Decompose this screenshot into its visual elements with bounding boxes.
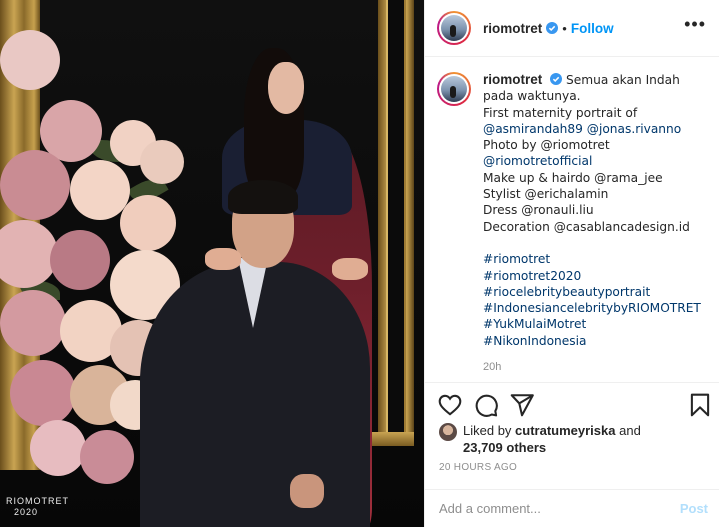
gold-frame-inner — [386, 0, 406, 437]
watermark-line-2: 2020 — [14, 507, 39, 517]
hashtag-link[interactable]: #NikonIndonesia — [483, 333, 708, 349]
likes-prefix: Liked by — [463, 423, 512, 438]
woman-face — [268, 62, 304, 114]
verified-badge-icon — [550, 73, 563, 85]
hashtag-link[interactable]: #YukMulaiMotret — [483, 316, 708, 332]
add-comment-bar: Post — [425, 489, 719, 527]
action-bar — [425, 388, 719, 422]
caption-line: pada waktunya. — [483, 89, 581, 104]
caption-timestamp[interactable]: 20h — [483, 359, 708, 375]
liker-avatar[interactable] — [439, 423, 457, 441]
liker-username[interactable]: cutratumeyriska — [515, 423, 615, 438]
likes-and: and — [619, 423, 641, 438]
caption-line: Decoration @casablancadesign.id — [483, 219, 690, 234]
likes-count[interactable]: 23,709 others — [463, 440, 546, 455]
post-sidebar: riomotret • Follow ••• riomotret Semua a… — [424, 0, 719, 527]
caption-line: Make up & hairdo @rama_jee — [483, 170, 663, 185]
likes-summary: Liked by cutratumeyriska and 23,709 othe… — [439, 422, 709, 456]
comment-icon[interactable] — [473, 392, 499, 418]
share-icon[interactable] — [509, 392, 535, 418]
hashtag-link[interactable]: #IndonesiancelebritybyRIOMOTRET — [483, 300, 708, 316]
post-photo[interactable]: RIOMOTRET 2020 — [0, 0, 424, 527]
hand — [205, 248, 241, 270]
mention-link[interactable]: @riomotretofficial — [483, 153, 708, 169]
follow-button[interactable]: Follow — [571, 21, 614, 36]
post-header: riomotret • Follow ••• — [425, 0, 719, 57]
caption-line: Dress @ronauli.liu — [483, 203, 594, 218]
hand — [332, 258, 368, 280]
heart-icon[interactable] — [437, 392, 463, 418]
verified-badge-icon — [546, 22, 559, 34]
hashtag-link[interactable]: #riomotret — [483, 251, 708, 267]
caption-gap — [483, 235, 708, 251]
watermark-line-1: RIOMOTRET — [6, 496, 69, 506]
man-hair — [228, 180, 298, 214]
bookmark-icon[interactable] — [687, 392, 713, 418]
more-icon[interactable]: ••• — [684, 15, 706, 33]
caption-line: Photo by @riomotret — [483, 138, 610, 153]
separator-dot: • — [562, 20, 567, 36]
hashtag-link[interactable]: #riocelebritybeautyportrait — [483, 284, 708, 300]
instagram-post: RIOMOTRET 2020 riomotret • Follow ••• ri… — [0, 0, 719, 527]
caption-line: Stylist @erichalamin — [483, 187, 609, 202]
comment-input[interactable] — [439, 501, 680, 516]
caption-line: First maternity portrait of — [483, 105, 638, 120]
avatar[interactable] — [437, 72, 471, 106]
header-username[interactable]: riomotret — [483, 21, 542, 36]
mention-link[interactable]: @asmirandah89 @jonas.rivanno — [483, 121, 708, 137]
avatar[interactable] — [437, 11, 471, 45]
post-button[interactable]: Post — [680, 501, 708, 516]
hashtag-link[interactable]: #riomotret2020 — [483, 268, 708, 284]
post-age[interactable]: 20 HOURS AGO — [439, 462, 517, 473]
caption-text: riomotret Semua akan Indah pada waktunya… — [483, 72, 708, 375]
hand — [290, 474, 324, 508]
caption-section: riomotret Semua akan Indah pada waktunya… — [425, 58, 719, 383]
caption-line-text: Semua akan Indah — [566, 73, 680, 87]
caption-line: riomotret Semua akan Indah — [483, 72, 708, 88]
photo-watermark: RIOMOTRET 2020 — [6, 496, 69, 518]
caption-username[interactable]: riomotret — [483, 72, 542, 87]
